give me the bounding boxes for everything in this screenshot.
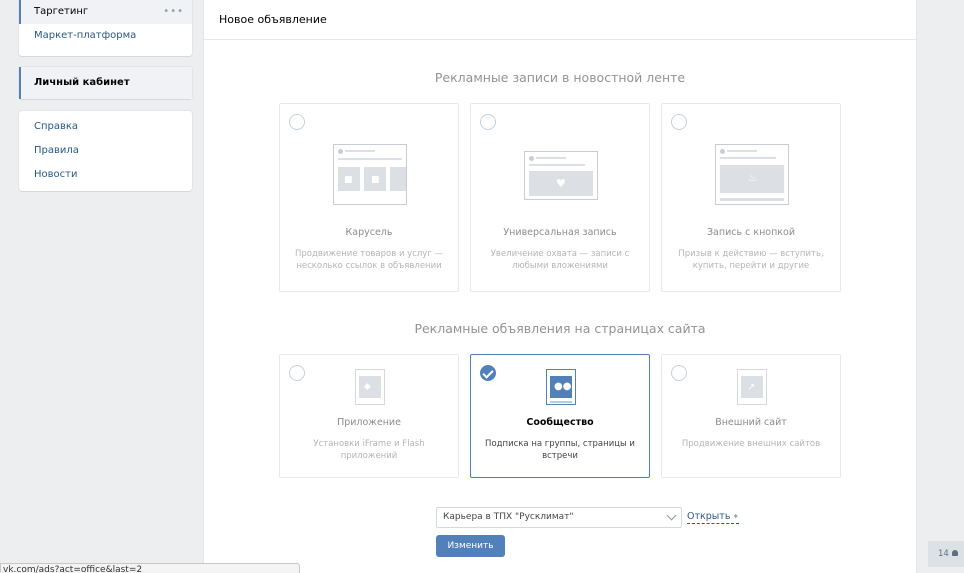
- counter-value: 14: [938, 549, 949, 559]
- radio-button[interactable]: [671, 114, 687, 130]
- select-value: Карьера в ТПХ "Русклимат": [443, 512, 574, 522]
- ad-format-card-universal-post[interactable]: ♥ Универсальная запись Увеличение охвата…: [470, 103, 650, 292]
- card-description: Увеличение охвата — записи с любыми влож…: [490, 249, 630, 271]
- sidebar-item-help[interactable]: Справка: [19, 115, 192, 139]
- sidebar-item-label: Личный кабинет: [34, 77, 130, 88]
- sidebar-item-label: Таргетинг: [34, 6, 89, 17]
- sidebar-item-targeting[interactable]: Таргетинг •••: [19, 0, 192, 24]
- card-title: Запись с кнопкой: [706, 227, 796, 238]
- main-panel: Новое объявление Рекламные записи в ново…: [204, 0, 916, 573]
- card-description: Продвижение товаров и услуг — несколько …: [294, 249, 444, 271]
- card-title: Универсальная запись: [503, 227, 617, 238]
- sidebar-menu-help: Справка Правила Новости: [19, 111, 192, 191]
- ad-format-card-application[interactable]: ◆ Приложение Установки iFrame и Flash пр…: [279, 354, 459, 478]
- page-title: Новое объявление: [204, 0, 916, 40]
- sidebar-item-label: Справка: [34, 121, 79, 132]
- carousel-illustration-icon: ■ ■: [333, 144, 407, 205]
- sidebar-item-market-platform[interactable]: Маркет-платформа: [19, 24, 192, 48]
- radio-button[interactable]: [671, 365, 687, 381]
- sidebar-item-news[interactable]: Новости: [19, 163, 192, 187]
- external-link-icon: ↗: [737, 369, 767, 405]
- person-icon: [951, 550, 958, 556]
- more-icon[interactable]: •••: [163, 0, 184, 24]
- card-description: Призыв к действию — вступить, купить, пе…: [678, 249, 824, 271]
- status-url-tooltip: vk.com/ads?act=office&last=2: [0, 563, 300, 573]
- section-title-site: Рекламные объявления на страницах сайта: [414, 321, 706, 336]
- sidebar-menu-primary: Таргетинг ••• Маркет-платформа: [19, 0, 192, 56]
- chevron-down-icon: [666, 510, 677, 521]
- card-description: Подписка на группы, страницы и встречи: [485, 439, 635, 461]
- open-link[interactable]: Открыть ✦: [687, 511, 740, 524]
- open-link-label: Открыть: [687, 511, 731, 522]
- universal-post-illustration-icon: ♥: [524, 151, 598, 200]
- sidebar-item-rules[interactable]: Правила: [19, 139, 192, 163]
- radio-button-checked[interactable]: [480, 365, 496, 381]
- sidebar-menu-cabinet: Личный кабинет: [19, 67, 192, 99]
- card-title: Приложение: [337, 417, 401, 428]
- radio-button[interactable]: [480, 114, 496, 130]
- card-title: Внешний сайт: [715, 417, 787, 428]
- card-description: Продвижение внешних сайтов: [681, 439, 821, 449]
- community-select[interactable]: Карьера в ТПХ "Русклимат": [436, 507, 682, 528]
- radio-button[interactable]: [289, 114, 305, 130]
- sidebar-item-label: Правила: [34, 145, 79, 156]
- page-background-right: [916, 0, 964, 573]
- radio-button[interactable]: [289, 365, 305, 381]
- ad-format-card-external-site[interactable]: ↗ Внешний сайт Продвижение внешних сайто…: [661, 354, 841, 478]
- post-with-button-illustration-icon: ♨: [715, 144, 789, 205]
- sidebar-item-label: Маркет-платформа: [34, 30, 137, 41]
- card-title: Сообщество: [526, 417, 594, 428]
- section-title-feed: Рекламные записи в новостной ленте: [434, 70, 686, 85]
- sidebar-item-personal-cabinet[interactable]: Личный кабинет: [19, 67, 192, 99]
- card-title: Карусель: [345, 227, 393, 238]
- card-description: Установки iFrame и Flash приложений: [313, 439, 425, 461]
- gamepad-icon: ◆: [355, 369, 385, 405]
- community-icon: ●●: [546, 369, 576, 405]
- external-link-icon: ✦: [732, 512, 740, 521]
- edit-button[interactable]: Изменить: [436, 535, 505, 557]
- ad-format-card-carousel[interactable]: ■ ■ Карусель Продвижение товаров и услуг…: [279, 103, 459, 292]
- sidebar-item-label: Новости: [34, 169, 78, 180]
- online-counter[interactable]: 14: [928, 541, 964, 567]
- ad-format-card-community[interactable]: ●● Сообщество Подписка на группы, страни…: [470, 354, 650, 478]
- ad-format-card-post-with-button[interactable]: ♨ Запись с кнопкой Призыв к действию — в…: [661, 103, 841, 292]
